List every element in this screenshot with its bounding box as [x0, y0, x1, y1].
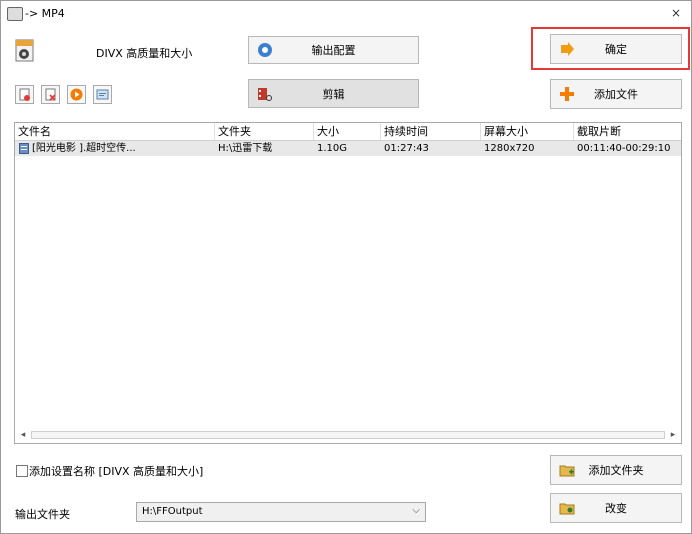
play-icon [70, 88, 83, 101]
column-header-filename[interactable]: 文件名 [15, 123, 215, 140]
chevron-down-icon: ⌵ [412, 505, 420, 516]
converter-window: -> MP4 × DIVX 高质量和大小 输出配置 剪辑 确定 添加文件 文件名… [0, 0, 692, 534]
confirm-button[interactable]: 确定 [550, 34, 682, 64]
add-file-label: 添加文件 [594, 88, 638, 101]
file-list-header: 文件名 文件夹 大小 持续时间 屏幕大小 截取片断 [15, 123, 681, 141]
file-list[interactable]: 文件名 文件夹 大小 持续时间 屏幕大小 截取片断 [阳光电影 ].超时空传..… [14, 122, 682, 444]
divx-file-icon [15, 39, 34, 62]
clear-list-icon [45, 88, 56, 101]
play-button[interactable] [67, 85, 86, 104]
add-setting-name-label: 添加设置名称 [DIVX 高质量和大小] [29, 465, 204, 478]
media-info-icon [96, 89, 109, 100]
app-icon [7, 7, 23, 21]
cell-duration: 01:27:43 [384, 143, 429, 154]
column-header-size[interactable]: 大小 [314, 123, 381, 140]
cell-size: 1.10G [317, 143, 348, 154]
video-file-icon [19, 143, 29, 154]
profile-label: DIVX 高质量和大小 [96, 47, 193, 60]
scrollbar-thumb[interactable] [31, 431, 665, 439]
cell-clip: 00:11:40-00:29:10 [577, 143, 671, 154]
confirm-label: 确定 [605, 43, 627, 56]
output-config-label: 输出配置 [311, 44, 356, 57]
output-config-button[interactable]: 输出配置 [248, 36, 419, 64]
scroll-left-icon[interactable]: ◂ [17, 429, 29, 441]
add-folder-button[interactable]: 添加文件夹 [550, 455, 682, 485]
close-icon[interactable]: × [669, 6, 683, 20]
add-folder-label: 添加文件夹 [588, 464, 644, 477]
output-folder-value: H:\FFOutput [142, 506, 203, 517]
output-folder-label: 输出文件夹 [15, 508, 70, 521]
change-label: 改变 [605, 502, 627, 515]
output-folder-select[interactable]: H:\FFOutput ⌵ [136, 502, 426, 522]
cell-filename: [阳光电影 ].超时空传... [32, 143, 136, 154]
horizontal-scrollbar[interactable]: ◂ ▸ [15, 427, 681, 443]
edit-button[interactable]: 剪辑 [248, 79, 419, 108]
column-header-folder[interactable]: 文件夹 [215, 123, 314, 140]
add-setting-name-checkbox[interactable] [16, 465, 28, 477]
change-button[interactable]: 改变 [550, 493, 682, 523]
window-title: -> MP4 [25, 7, 65, 20]
add-file-button[interactable]: 添加文件 [550, 79, 682, 109]
remove-file-button[interactable] [15, 85, 34, 104]
edit-label: 剪辑 [322, 87, 345, 101]
table-row[interactable]: [阳光电影 ].超时空传... H:\迅雷下载 1.10G 01:27:43 1… [15, 141, 681, 156]
column-header-screen-size[interactable]: 屏幕大小 [481, 123, 574, 140]
cell-screen-size: 1280x720 [484, 143, 535, 154]
scroll-right-icon[interactable]: ▸ [667, 429, 679, 441]
clear-list-button[interactable] [41, 85, 60, 104]
media-info-button[interactable] [93, 85, 112, 104]
title-bar: -> MP4 × [1, 1, 691, 27]
column-header-duration[interactable]: 持续时间 [381, 123, 481, 140]
column-header-clip[interactable]: 截取片断 [574, 123, 681, 140]
remove-file-icon [19, 88, 30, 101]
cell-folder: H:\迅雷下载 [218, 143, 273, 154]
